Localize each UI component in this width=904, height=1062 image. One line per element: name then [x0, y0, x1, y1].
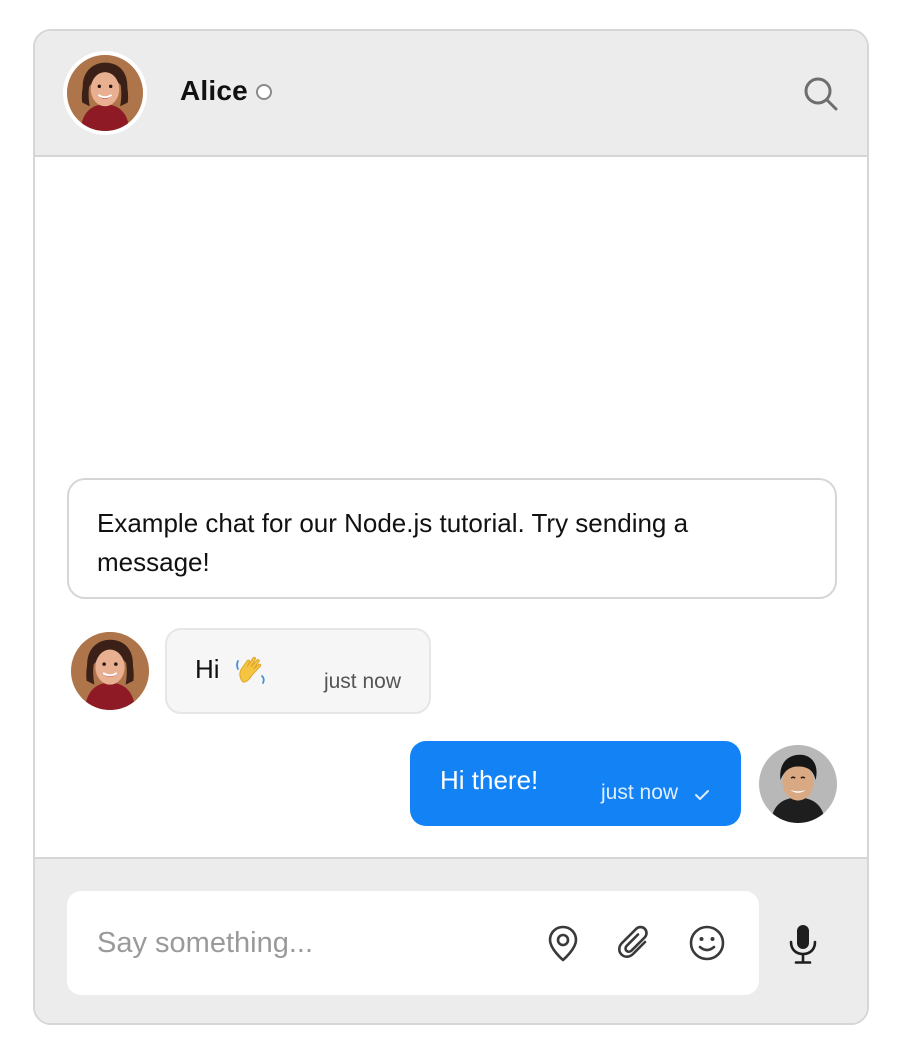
message-input-box[interactable]	[67, 891, 759, 995]
contact-name: Alice	[180, 75, 248, 106]
presence-status-icon	[256, 84, 272, 100]
share-location-button[interactable]	[543, 923, 583, 963]
message-input[interactable]	[97, 921, 497, 965]
user-avatar[interactable]	[759, 745, 837, 823]
attach-file-button[interactable]	[615, 923, 655, 963]
alice-avatar-image	[71, 632, 149, 710]
incoming-message[interactable]: Hi just now	[165, 628, 431, 714]
paperclip-icon	[618, 925, 648, 958]
message-timestamp: just now	[323, 670, 401, 693]
voice-message-button[interactable]	[783, 922, 823, 966]
message-timestamp: just now	[601, 781, 679, 804]
sender-avatar[interactable]	[71, 632, 149, 710]
search-icon	[804, 77, 838, 111]
smiley-icon	[689, 925, 725, 961]
user-avatar-image	[759, 745, 837, 823]
chat-window: Alice Example chat for our Node.js tutor…	[33, 29, 869, 1025]
microphone-icon	[789, 925, 817, 964]
check-icon	[695, 790, 709, 800]
message-list[interactable]: Example chat for our Node.js tutorial. T…	[35, 157, 867, 857]
search-button[interactable]	[801, 74, 841, 114]
chat-header: Alice	[35, 31, 867, 157]
emoji-picker-button[interactable]	[687, 923, 727, 963]
message-text: Hi there!	[440, 765, 539, 795]
waving-hand-icon	[236, 656, 265, 684]
message-composer	[35, 857, 867, 1023]
alice-avatar-image	[67, 55, 143, 131]
outgoing-message[interactable]: Hi there! just now	[410, 741, 741, 826]
contact-avatar[interactable]	[63, 51, 147, 135]
message-text: Hi	[195, 654, 220, 684]
system-notice: Example chat for our Node.js tutorial. T…	[67, 478, 837, 599]
location-pin-icon	[548, 925, 578, 962]
